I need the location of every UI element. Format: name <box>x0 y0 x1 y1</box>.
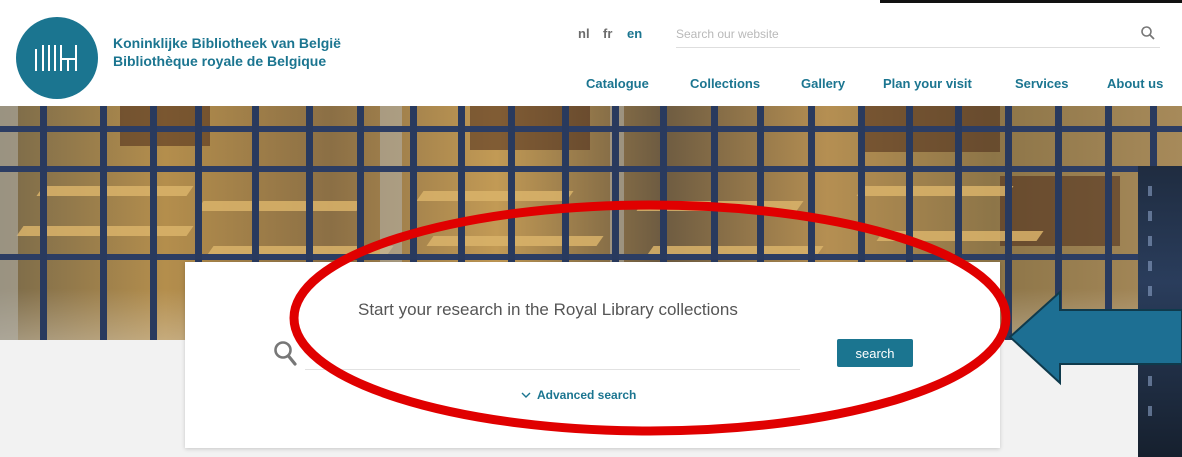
language-fr[interactable]: fr <box>603 26 612 41</box>
logo-line-french: Bibliothèque royale de Belgique <box>113 53 327 69</box>
logo-line-dutch: Koninklijke Bibliotheek van België <box>113 35 341 51</box>
language-en[interactable]: en <box>627 26 642 41</box>
site-header: Koninklijke Bibliotheek van België Bibli… <box>0 0 1182 106</box>
library-logo[interactable] <box>16 17 98 99</box>
chevron-down-icon <box>521 390 531 402</box>
logo-text[interactable]: Koninklijke Bibliotheek van België Bibli… <box>113 34 341 70</box>
language-nl[interactable]: nl <box>578 26 590 41</box>
catalogue-search-input[interactable] <box>305 340 800 370</box>
nav-collections[interactable]: Collections <box>690 76 760 91</box>
side-photo-strip <box>1138 166 1182 457</box>
nav-about-us[interactable]: About us <box>1107 76 1163 91</box>
top-edge-bar <box>880 0 1182 3</box>
search-icon[interactable] <box>1140 25 1156 46</box>
magnifier-icon <box>273 340 299 373</box>
advanced-search-toggle[interactable]: Advanced search <box>521 388 636 402</box>
search-card-title: Start your research in the Royal Library… <box>358 300 738 319</box>
library-logo-icon <box>35 45 77 71</box>
site-search-input[interactable] <box>676 22 1116 46</box>
catalogue-search-button[interactable]: search <box>837 339 913 367</box>
nav-gallery[interactable]: Gallery <box>801 76 845 91</box>
nav-plan-your-visit[interactable]: Plan your visit <box>883 76 972 91</box>
site-search <box>676 22 1160 48</box>
nav-services[interactable]: Services <box>1015 76 1069 91</box>
nav-catalogue[interactable]: Catalogue <box>586 76 649 91</box>
advanced-search-label: Advanced search <box>537 388 637 402</box>
catalogue-search-card: Start your research in the Royal Library… <box>185 262 1000 448</box>
